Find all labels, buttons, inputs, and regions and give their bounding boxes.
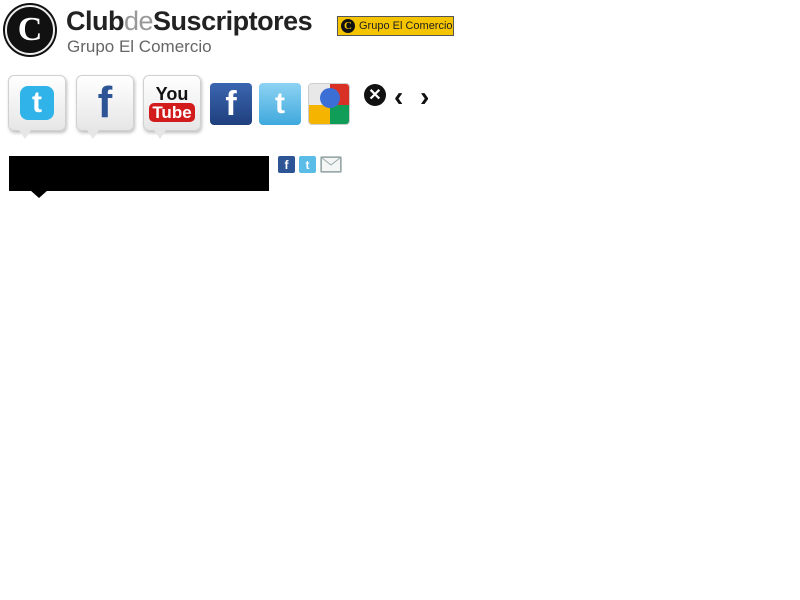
chevron-right-icon[interactable]: › [420, 81, 429, 113]
grupo-el-comercio-badge[interactable]: C Grupo El Comercio [337, 16, 454, 36]
twitter-icon: t [20, 86, 54, 120]
tooltip-bar [9, 156, 269, 191]
facebook-icon: f [225, 84, 237, 123]
logo-icon[interactable]: C [3, 3, 57, 57]
google-square-button[interactable] [308, 83, 350, 125]
envelope-icon [321, 157, 341, 172]
site-subtitle: Grupo El Comercio [67, 37, 212, 56]
youtube-tube-text: Tube [149, 102, 195, 122]
facebook-icon: f [97, 78, 113, 127]
site-title[interactable]: ClubdeSuscriptores [66, 6, 313, 37]
close-icon[interactable]: ✕ [364, 84, 386, 106]
youtube-icon: You Tube [149, 83, 195, 122]
tooltip-tail [30, 190, 48, 198]
grupo-badge-label: Grupo El Comercio [359, 20, 453, 32]
youtube-bubble-button[interactable]: You Tube [143, 75, 201, 139]
title-suscriptores: Suscriptores [153, 6, 313, 36]
share-email-icon[interactable] [320, 156, 342, 173]
chevron-left-icon[interactable]: ‹ [394, 81, 403, 113]
facebook-bubble-button[interactable]: f [76, 75, 134, 139]
title-club: Club [66, 6, 125, 36]
twitter-bubble-button[interactable]: t [8, 75, 66, 139]
logo-letter: C [5, 5, 55, 55]
grupo-logo-icon: C [341, 19, 355, 33]
google-person-head-icon [320, 88, 340, 108]
share-facebook-icon[interactable]: f [278, 156, 295, 173]
twitter-icon: t [275, 87, 285, 120]
twitter-square-button[interactable]: t [259, 83, 301, 125]
share-twitter-icon[interactable]: t [299, 156, 316, 173]
title-de: de [124, 6, 154, 36]
facebook-square-button[interactable]: f [210, 83, 252, 125]
google-quad-yellow [309, 105, 330, 124]
google-quad-green [330, 105, 349, 124]
youtube-you-text: You [155, 83, 189, 104]
